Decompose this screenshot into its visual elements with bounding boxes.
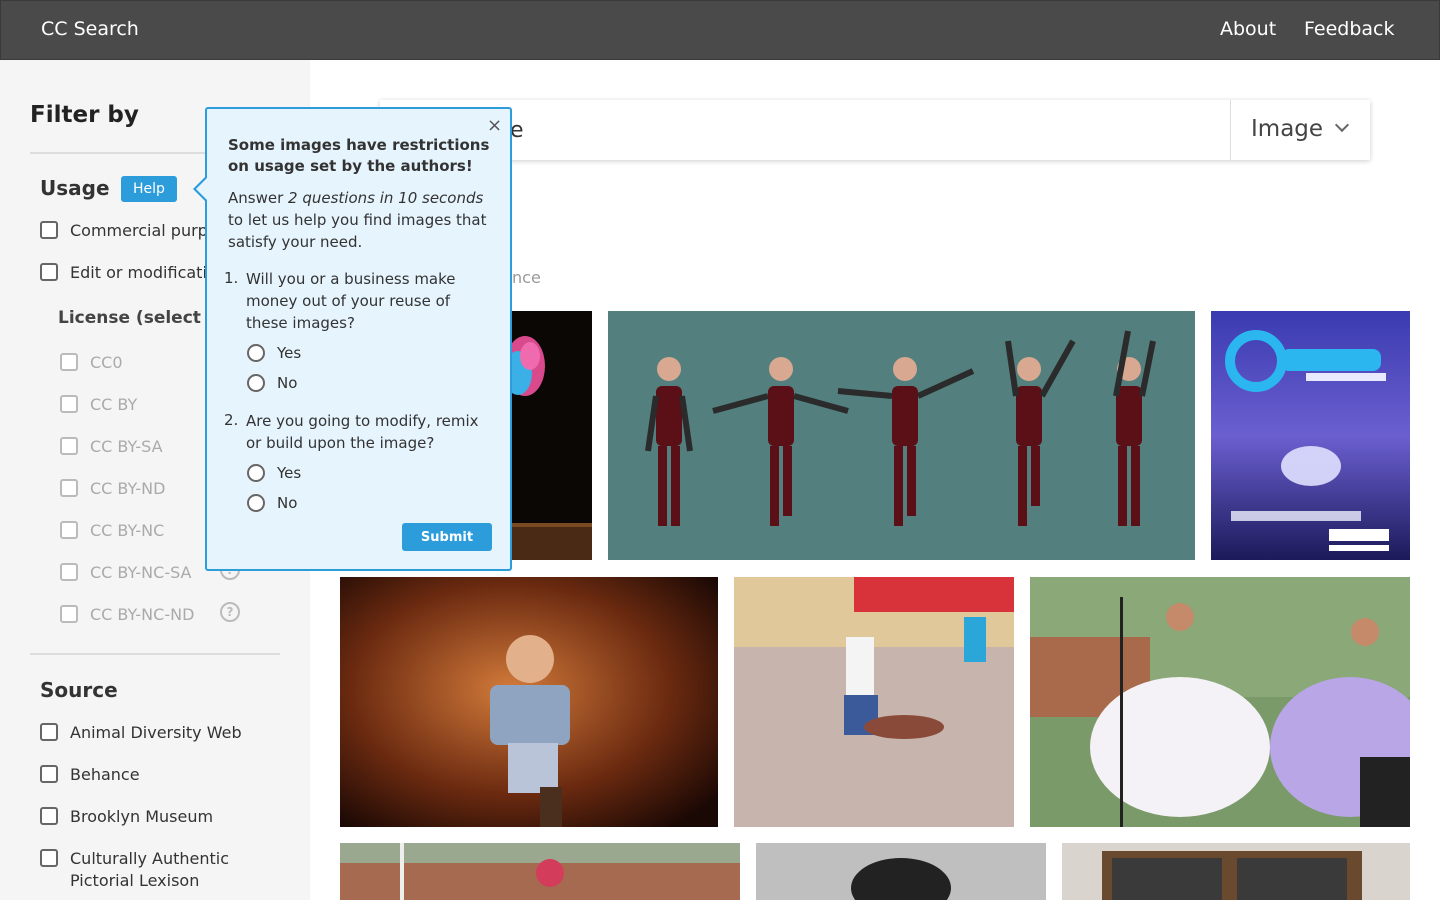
popover-intro: Answer 2 questions in 10 seconds to let … [228,187,498,253]
animated-figures-image [608,311,1195,560]
checkbox-label: CC BY [90,395,138,414]
q2-no-option[interactable]: No [247,494,297,512]
checkbox-label: Brooklyn Museum [70,807,214,826]
intro-emphasis: 2 questions in 10 seconds [288,189,484,207]
checkbox[interactable] [40,765,58,783]
submit-button[interactable]: Submit [402,523,492,551]
source-option-behance[interactable]: Behance [40,764,140,786]
license-option-cc-by-nc-nd[interactable]: CC BY-NC-ND [60,604,194,626]
q1-no-option[interactable]: No [247,374,297,392]
checkbox-label: Edit or modificatio [70,263,217,282]
close-icon[interactable]: × [487,115,502,136]
checkbox[interactable] [60,563,78,581]
folk-dancers-image [1030,577,1410,827]
source-title: Source [40,678,118,702]
media-type-label: Image [1251,116,1324,142]
outdoor-performance-image [340,843,740,900]
question-number: 2. [224,411,239,429]
popover-arrow-inner [196,177,208,201]
divider [30,653,280,655]
checkbox-label: CC BY-NC-ND [90,605,195,624]
result-image[interactable] [340,577,718,827]
radio-label: Yes [277,464,302,482]
checkbox-label: CC BY-ND [90,479,166,498]
result-image[interactable] [1062,843,1410,900]
intro-text: Answer [228,189,289,207]
checkbox[interactable] [40,807,58,825]
license-option-cc-by-nc[interactable]: CC BY-NC [60,520,164,542]
indoor-room-image [1062,843,1410,900]
checkbox[interactable] [60,605,78,623]
checkbox-label: Commercial purpo [70,221,218,240]
license-option-cc-by[interactable]: CC BY [60,394,137,416]
checkbox[interactable] [60,353,78,371]
checkbox-label: CC BY-SA [90,437,163,456]
search-bar: Image [380,100,1370,160]
question-modify: Are you going to modify, remix or build … [246,412,479,452]
radio-button[interactable] [247,464,265,482]
checkbox-label: Culturally Authentic Pictorial Lexison [70,849,229,890]
brand-logo[interactable]: CC Search [41,18,139,40]
checkbox-label: CC0 [90,353,123,372]
top-bar: CC Search About Feedback [0,0,1440,60]
result-image[interactable] [756,843,1046,900]
result-image[interactable] [340,843,740,900]
result-hint-text: nce [512,268,541,287]
help-button[interactable]: Help [121,176,177,202]
source-option-brooklyn-museum[interactable]: Brooklyn Museum [40,806,213,828]
radio-button[interactable] [247,374,265,392]
nav-feedback-link[interactable]: Feedback [1304,18,1394,40]
child-dancing-image [340,577,718,827]
checkbox[interactable] [40,263,58,281]
radio-button[interactable] [247,344,265,362]
couple-dancing-image [734,577,1014,827]
checkbox-label: CC BY-NC-SA [90,563,192,582]
checkbox-label: Animal Diversity Web [70,723,242,742]
license-option-cc-by-nc-sa[interactable]: CC BY-NC-SA [60,562,192,584]
usage-option-commercial[interactable]: Commercial purpo [40,220,218,242]
checkbox-label: CC BY-NC [90,521,165,540]
usage-title: Usage [40,176,110,200]
ovation-poster-image [1211,311,1410,560]
radio-button[interactable] [247,494,265,512]
source-option-animal-diversity-web[interactable]: Animal Diversity Web [40,722,242,744]
nav-about-link[interactable]: About [1220,18,1276,40]
checkbox[interactable] [60,437,78,455]
result-image[interactable] [608,311,1195,560]
license-subtitle: License (select u [58,308,219,328]
radio-label: Yes [277,344,302,362]
license-option-cc-by-nd[interactable]: CC BY-ND [60,478,165,500]
popover-heading: Some images have restrictions on usage s… [228,136,490,175]
usage-option-modification[interactable]: Edit or modificatio [40,262,217,284]
filter-title: Filter by [30,102,139,128]
question-number: 1. [224,269,239,287]
license-option-cc0[interactable]: CC0 [60,352,123,374]
usage-help-popover: × Some images have restrictions on usage… [193,107,512,571]
media-type-select[interactable]: Image [1230,100,1370,160]
source-option-culturally-authentic[interactable]: Culturally Authentic Pictorial Lexison [40,848,250,892]
intro-text: to let us help you find images that sati… [228,211,487,251]
result-image[interactable] [1030,577,1410,827]
checkbox[interactable] [40,723,58,741]
checkbox[interactable] [60,479,78,497]
checkbox-label: Behance [70,765,140,784]
chevron-down-icon [1334,117,1350,133]
radio-label: No [277,374,298,392]
checkbox[interactable] [60,521,78,539]
q1-yes-option[interactable]: Yes [247,344,301,362]
checkbox[interactable] [40,849,58,867]
black-white-portrait-image [756,843,1046,900]
result-image[interactable] [734,577,1014,827]
question-commercial: Will you or a business make money out of… [246,270,456,332]
checkbox[interactable] [60,395,78,413]
checkbox[interactable] [40,221,58,239]
result-image[interactable] [1211,311,1410,560]
question-mark-icon[interactable]: ? [220,602,240,622]
license-option-cc-by-sa[interactable]: CC BY-SA [60,436,163,458]
q2-yes-option[interactable]: Yes [247,464,301,482]
radio-label: No [277,494,298,512]
